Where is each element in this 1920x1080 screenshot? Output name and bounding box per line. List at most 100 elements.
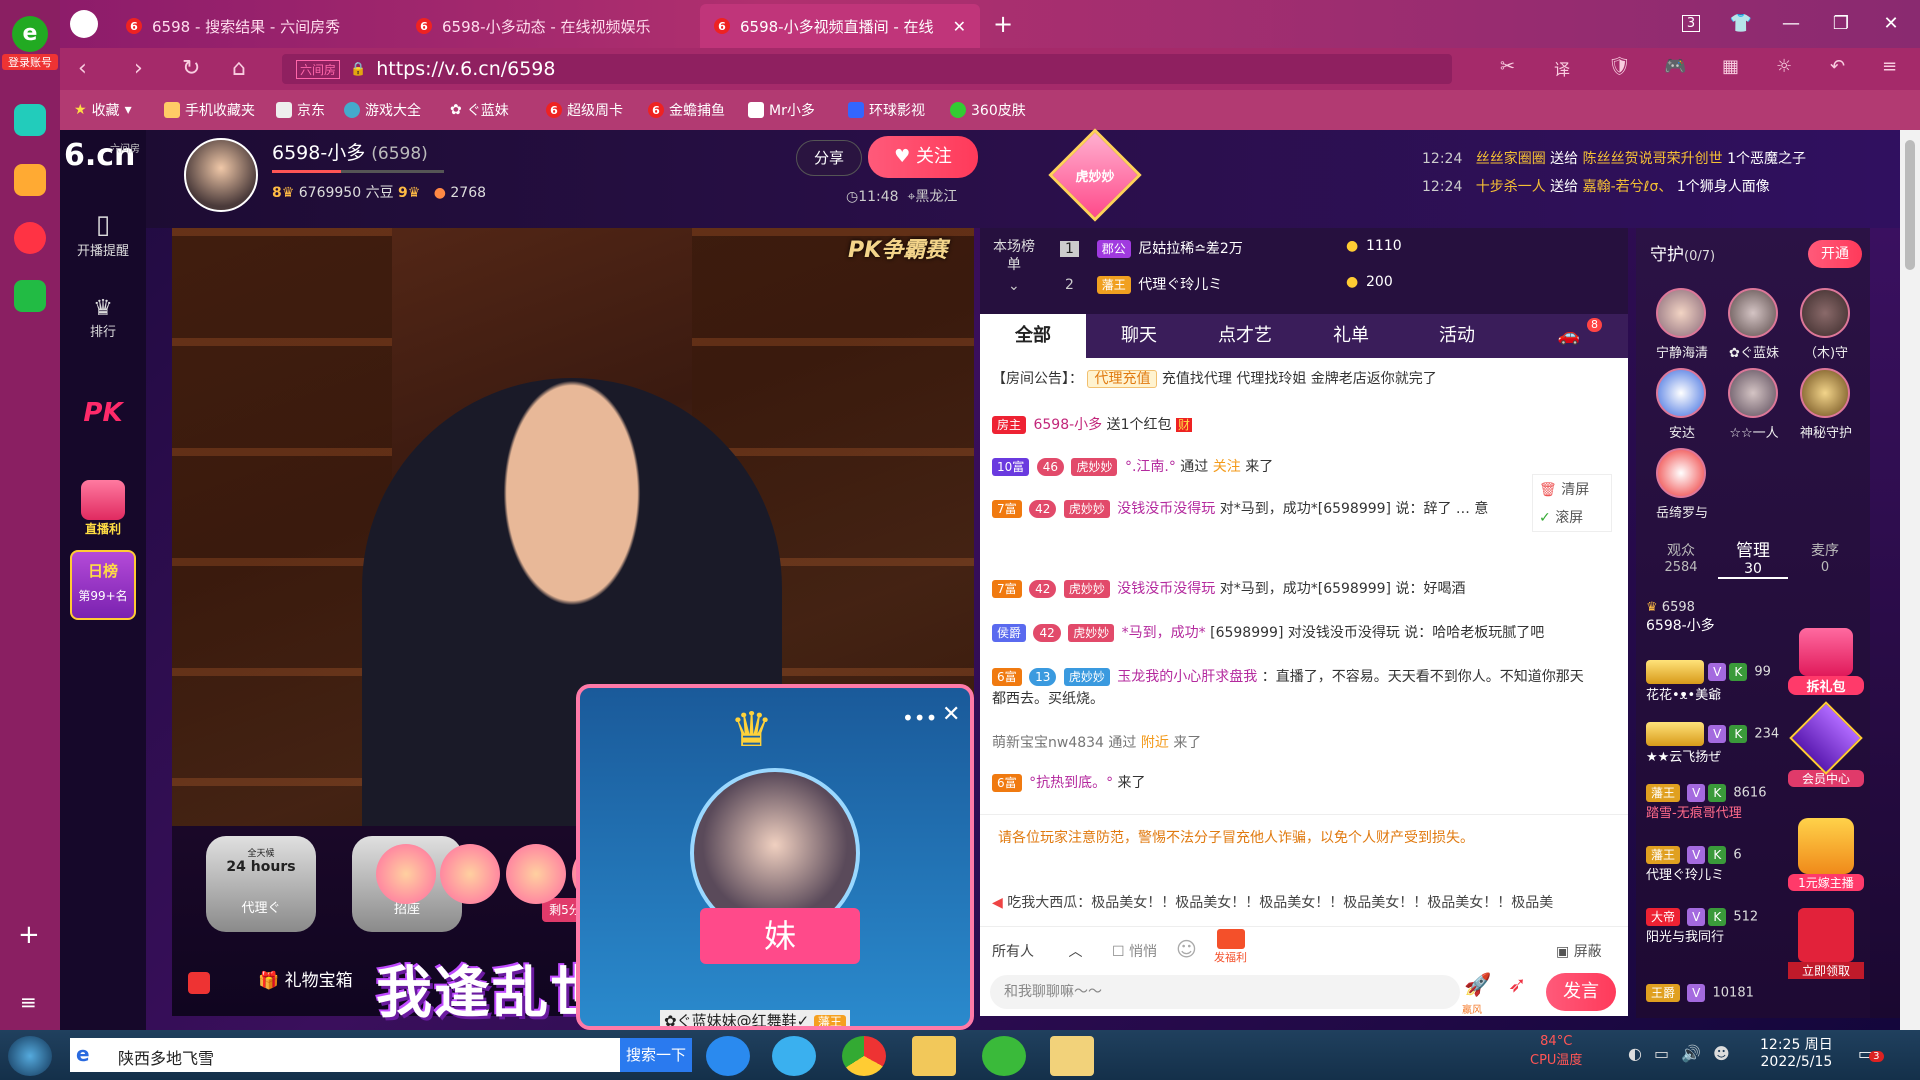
- tray-icons[interactable]: ◐▭🔊☻: [1628, 1044, 1742, 1063]
- user-popup[interactable]: ••• ✕ ♛ 妹 ✿ぐ蓝妹妹@红舞鞋✓ 藩王: [576, 684, 974, 1030]
- list-item[interactable]: ♛ 6598 6598-小多: [1646, 600, 1715, 635]
- quiet-checkbox[interactable]: ☐ 悄悄: [1112, 941, 1157, 961]
- star-app-icon[interactable]: [14, 164, 46, 196]
- list-item[interactable]: 大帝 VK 512 阳光与我同行: [1646, 908, 1758, 945]
- chrome-app-icon[interactable]: [842, 1036, 886, 1076]
- tab-all[interactable]: 全部: [980, 314, 1086, 358]
- page-scrollbar[interactable]: [1900, 130, 1920, 1030]
- url-text[interactable]: https://v.6.cn/6598: [376, 58, 555, 80]
- welfare-button[interactable]: 发福利: [1214, 929, 1247, 965]
- guard-open-button[interactable]: 开通: [1808, 240, 1862, 268]
- mail-icon[interactable]: [14, 280, 46, 312]
- chat-input[interactable]: 和我聊聊嘛～～: [990, 975, 1460, 1009]
- menu-icon[interactable]: ≡: [1882, 56, 1897, 77]
- grid-icon[interactable]: ▦: [1722, 56, 1739, 77]
- guard-name[interactable]: （木)守: [1786, 342, 1866, 361]
- tab-talent[interactable]: 点才艺: [1192, 314, 1298, 358]
- tab-2[interactable]: 6 6598-小多动态 - 在线视频娱乐: [402, 4, 692, 48]
- game-icon[interactable]: 🎮: [1664, 56, 1686, 77]
- avatar[interactable]: [1656, 288, 1706, 338]
- browser-app-icon[interactable]: [982, 1036, 1026, 1076]
- browser-nav-icon[interactable]: [70, 10, 98, 38]
- site-logo[interactable]: 6.cn 六间房: [64, 138, 144, 173]
- bookmark-jd[interactable]: 京东: [276, 100, 325, 120]
- list-icon[interactable]: ≡: [20, 990, 37, 1014]
- brightness-icon[interactable]: ☼: [1776, 56, 1792, 77]
- one-yuan-button[interactable]: 1元嫁主播: [1788, 818, 1864, 891]
- avatar[interactable]: [1800, 368, 1850, 418]
- emoji-icon[interactable]: ☺: [1176, 937, 1197, 961]
- scroll-thumb[interactable]: [1905, 140, 1915, 270]
- rank-row[interactable]: 2 藩王 代理ぐ玲儿ミ ● 200: [1060, 274, 1600, 302]
- send-button[interactable]: 发言: [1546, 973, 1616, 1011]
- close-popup-icon[interactable]: ✕: [942, 702, 960, 727]
- bookmark-mobile[interactable]: 手机收藏夹: [164, 100, 255, 120]
- cut-icon[interactable]: ✂: [1500, 56, 1515, 77]
- list-item[interactable]: VK 99 花花•ᴥ•美爺: [1646, 660, 1771, 703]
- lock-gift-icon[interactable]: [188, 972, 210, 994]
- tab-car[interactable]: 🚗 8: [1510, 314, 1628, 358]
- receive-button[interactable]: 立即领取: [1788, 908, 1864, 979]
- guard-name[interactable]: 安达: [1642, 422, 1722, 441]
- add-sidebar-icon[interactable]: +: [18, 920, 40, 950]
- scroll-screen-button[interactable]: ✓ 滚屏: [1533, 503, 1611, 531]
- back-icon[interactable]: ‹: [78, 56, 87, 81]
- avatar[interactable]: [1728, 368, 1778, 418]
- guard-name[interactable]: 岳绮罗与: [1642, 502, 1722, 521]
- list-item[interactable]: VK 234 ★★云飞扬ぜ: [1646, 722, 1779, 765]
- translate-icon[interactable]: 译: [1554, 56, 1570, 80]
- shield-icon[interactable]: 🛡: [1608, 56, 1631, 77]
- shield-button[interactable]: ▣ 屏蔽: [1556, 941, 1602, 961]
- k-app-icon[interactable]: [706, 1036, 750, 1076]
- taskbar-search[interactable]: e 陕西多地飞雪: [70, 1038, 620, 1072]
- bookmark-mrxiaoduo[interactable]: Mr小多: [748, 100, 815, 120]
- more-icon[interactable]: •••: [902, 706, 937, 730]
- search-go-button[interactable]: 搜索一下: [620, 1038, 692, 1072]
- guard-name[interactable]: 神秘守护: [1786, 422, 1866, 441]
- skin-icon[interactable]: 👕: [1726, 10, 1756, 38]
- rank-row[interactable]: 1 郡公 尼姑拉稀≏差2万 ● 1110: [1060, 238, 1600, 266]
- list-item[interactable]: 藩王 VK 8616 踏雪-无痕哥代理: [1646, 784, 1766, 821]
- rank-label[interactable]: 本场榜单: [992, 238, 1036, 274]
- address-bar[interactable]: 六间房 🔒 https://v.6.cn/6598: [282, 54, 1452, 84]
- nav-live-remind[interactable]: ▯ 开播提醒: [60, 210, 146, 259]
- pk-tag[interactable]: PK争霸赛: [848, 232, 947, 264]
- list-item[interactable]: 王爵 V 10181: [1646, 984, 1754, 1002]
- clock[interactable]: 12:25 周日 2022/5/15: [1760, 1034, 1833, 1070]
- plus-app-icon[interactable]: [14, 104, 46, 136]
- anchor-avatar[interactable]: [184, 138, 258, 212]
- bookmark-video[interactable]: 环球影视: [848, 100, 925, 120]
- tab-3[interactable]: 6 6598-小多视频直播间 - 在线 ✕: [700, 4, 980, 48]
- bookmark-games[interactable]: 游戏大全: [344, 100, 421, 120]
- clear-screen-button[interactable]: 🗑 清屏: [1533, 475, 1611, 503]
- avatar[interactable]: [1728, 288, 1778, 338]
- avatar[interactable]: [1800, 288, 1850, 338]
- gift-pack-button[interactable]: 拆礼包: [1788, 628, 1864, 695]
- seat-1[interactable]: 全天候 24 hours 代理ぐ: [206, 836, 316, 932]
- close-tab-icon[interactable]: ✕: [953, 17, 966, 36]
- rocket2-icon[interactable]: ➶: [1508, 973, 1526, 998]
- red-packet-icon[interactable]: 财: [1175, 418, 1192, 432]
- list-item[interactable]: 藩王 VK 6 代理ぐ玲儿ミ: [1646, 846, 1742, 883]
- undo-icon[interactable]: ↶: [1830, 56, 1845, 77]
- tab-admin[interactable]: 管理 30: [1718, 536, 1788, 579]
- close-window-icon[interactable]: ✕: [1876, 10, 1906, 38]
- browser-logo-icon[interactable]: e: [12, 16, 48, 52]
- minimize-icon[interactable]: —: [1776, 10, 1806, 38]
- chevron-down-icon[interactable]: ⌄: [1008, 278, 1020, 294]
- folder-app-icon[interactable]: [912, 1036, 956, 1076]
- nav-pk[interactable]: PK: [60, 398, 146, 428]
- avatar[interactable]: [1656, 448, 1706, 498]
- guard-name[interactable]: ✿ぐ蓝妹: [1714, 342, 1794, 361]
- tab-audience[interactable]: 观众 2584: [1646, 540, 1716, 575]
- share-button[interactable]: 分享: [796, 140, 862, 176]
- weibo-icon[interactable]: [14, 222, 46, 254]
- bookmark-skin[interactable]: 360皮肤: [950, 100, 1026, 120]
- day-rank-badge[interactable]: 日榜 第99+名: [70, 550, 136, 620]
- avatar[interactable]: [1656, 368, 1706, 418]
- tab-chat[interactable]: 聊天: [1086, 314, 1192, 358]
- target-select[interactable]: 所有人 ︿: [992, 941, 1102, 961]
- guard-name[interactable]: ☆☆一人: [1714, 422, 1794, 441]
- follow-button[interactable]: ♥ 关注: [868, 136, 978, 178]
- tab-mic[interactable]: 麦序 0: [1790, 540, 1860, 575]
